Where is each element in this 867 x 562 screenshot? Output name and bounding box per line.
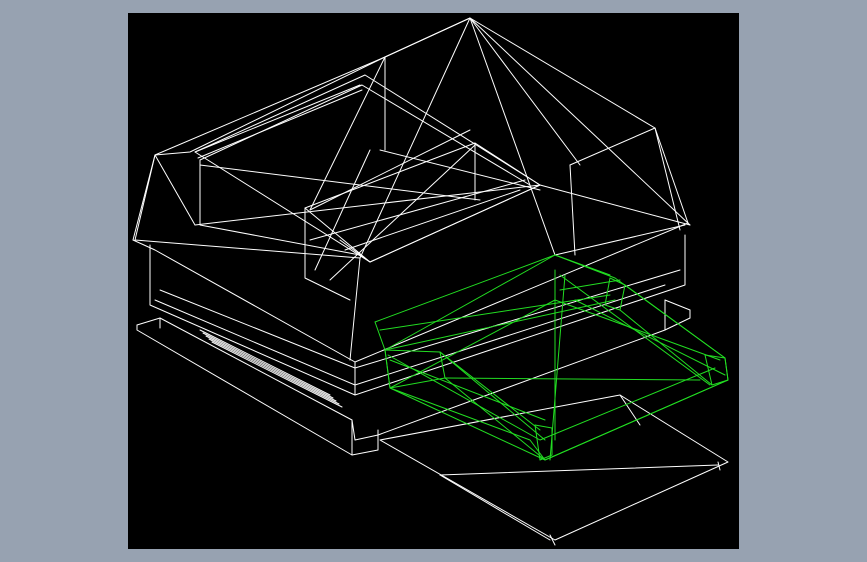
roof-ray xyxy=(154,56,386,156)
frame-post xyxy=(624,284,726,359)
base-flange xyxy=(136,324,379,456)
frame-brace xyxy=(379,294,611,331)
roof-ray xyxy=(134,154,156,241)
frame-brace xyxy=(439,351,546,441)
frame-brace xyxy=(554,299,721,361)
frame-post xyxy=(619,309,713,386)
roof-ray xyxy=(654,127,681,231)
frame-brace xyxy=(444,377,701,381)
louvre xyxy=(202,332,334,399)
frame-brace xyxy=(389,359,546,421)
frame-post xyxy=(444,377,546,461)
frame-front-rail xyxy=(389,379,729,461)
roof-ray xyxy=(569,127,656,166)
right-panel xyxy=(569,164,576,256)
base-plate-line xyxy=(619,394,641,426)
roof-ray xyxy=(469,17,691,226)
diag xyxy=(194,184,541,226)
frame-post xyxy=(704,354,729,386)
diag xyxy=(309,129,471,211)
base-plate-line xyxy=(439,464,719,476)
frame-top-rail xyxy=(374,321,386,351)
louvre xyxy=(199,329,331,396)
frame-brace xyxy=(574,299,726,376)
roof-ray xyxy=(384,17,471,58)
cad-viewport[interactable] xyxy=(128,13,739,549)
wireframe-drawing xyxy=(132,17,729,546)
roof-ray xyxy=(469,17,581,166)
roof-ray xyxy=(154,154,196,226)
base-flange xyxy=(664,299,691,311)
top-slot xyxy=(194,84,361,153)
body-band xyxy=(349,257,361,361)
frame-post xyxy=(534,424,553,461)
top-panel-inner xyxy=(199,84,531,186)
frame-top-rail xyxy=(374,254,611,323)
right-panel xyxy=(539,184,691,226)
main-body-wireframe xyxy=(132,17,691,456)
body-band xyxy=(154,284,666,386)
louvre xyxy=(208,338,340,405)
base-plate-wireframe xyxy=(379,394,729,546)
roof-ray xyxy=(469,17,556,256)
frame-brace xyxy=(384,299,616,351)
base-plate-line xyxy=(439,474,551,541)
top-slot xyxy=(197,89,363,159)
